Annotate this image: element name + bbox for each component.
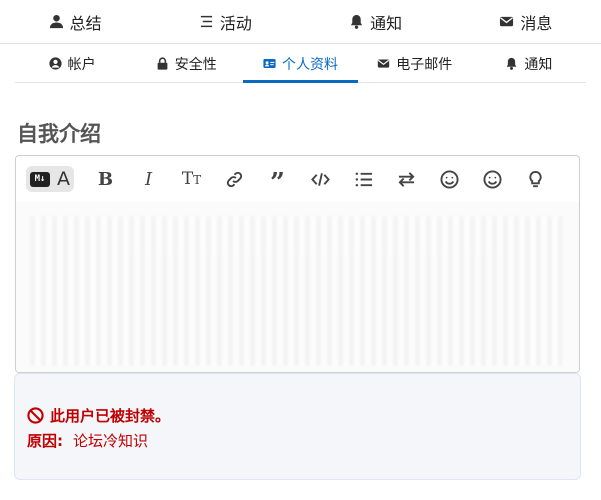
- tab-label: 安全性: [174, 56, 217, 73]
- bell-icon: [350, 14, 363, 29]
- tab-label: 个人资料: [282, 56, 338, 73]
- ban-icon: [27, 407, 44, 424]
- link-button[interactable]: [213, 164, 256, 194]
- editor-content[interactable]: [16, 202, 579, 372]
- tab-notifications[interactable]: 通知: [472, 45, 586, 82]
- editor-toolbar: M↓ A B I TT ”: [16, 156, 579, 202]
- bio-editor: M↓ A B I TT ”: [15, 155, 580, 373]
- markdown-mode-toggle[interactable]: M↓ A: [26, 166, 74, 192]
- suspension-notice: 此用户已被封禁。 原因: 论坛冷知识: [14, 373, 581, 480]
- reason-label: 原因:: [27, 432, 63, 450]
- tab-label: 帐户: [67, 56, 96, 73]
- notice-reason: 原因: 论坛冷知识: [27, 430, 148, 451]
- id-card-icon: [263, 59, 276, 68]
- rich-text-mode-icon: A: [57, 168, 70, 190]
- emoji-button[interactable]: [428, 164, 471, 194]
- exchange-icon: [398, 171, 415, 187]
- user-circle-icon: [49, 57, 62, 70]
- primary-nav-label: 总结: [69, 13, 102, 33]
- quote-button[interactable]: ”: [256, 164, 299, 198]
- emoji-button-2[interactable]: [471, 164, 514, 194]
- emoji-icon: [440, 169, 459, 189]
- primary-nav-notifications[interactable]: 通知: [301, 0, 451, 43]
- notice-title-text: 此用户已被封禁。: [50, 407, 171, 425]
- primary-nav-label: 通知: [370, 13, 403, 33]
- tab-email[interactable]: 电子邮件: [358, 45, 472, 82]
- lock-icon: [157, 57, 168, 70]
- bullet-list-icon: [355, 172, 373, 186]
- tab-account[interactable]: 帐户: [15, 45, 129, 82]
- envelope-icon: [378, 59, 390, 68]
- bold-icon: B: [97, 168, 114, 190]
- reason-value: 论坛冷知识: [73, 432, 149, 450]
- markdown-icon: M↓: [30, 171, 50, 187]
- primary-nav-activity[interactable]: 活动: [150, 0, 300, 43]
- bullet-list-button[interactable]: [342, 164, 385, 194]
- envelope-icon: [500, 16, 514, 27]
- user-icon: [49, 14, 63, 29]
- tab-label: 电子邮件: [396, 56, 453, 73]
- obscured-content: [30, 216, 565, 366]
- primary-nav-messages[interactable]: 消息: [451, 0, 601, 43]
- italic-icon: I: [144, 168, 153, 190]
- italic-button[interactable]: I: [127, 164, 170, 194]
- link-icon: [226, 171, 243, 187]
- bold-button[interactable]: B: [84, 164, 127, 194]
- text-size-small: T: [193, 173, 202, 187]
- text-size-icon: TT: [182, 169, 201, 189]
- code-button[interactable]: [299, 164, 342, 194]
- quote-icon: ”: [270, 168, 285, 198]
- notice-title: 此用户已被封禁。: [27, 405, 170, 426]
- code-icon: [311, 172, 330, 186]
- text-size-large: T: [181, 169, 194, 189]
- smile-icon: [483, 169, 502, 189]
- list-icon: [200, 15, 212, 28]
- section-title: 自我介绍: [17, 122, 101, 146]
- primary-nav: 总结 活动 通知 消息: [0, 0, 601, 44]
- bell-icon: [507, 57, 517, 70]
- text-size-button[interactable]: TT: [170, 164, 213, 194]
- lightbulb-icon: [529, 170, 542, 187]
- primary-nav-label: 活动: [219, 13, 252, 33]
- primary-nav-label: 消息: [520, 13, 553, 33]
- secondary-nav: 帐户 安全性 个人资料 电子邮件 通知: [15, 45, 586, 83]
- tab-profile[interactable]: 个人资料: [243, 45, 358, 83]
- primary-nav-summary[interactable]: 总结: [0, 0, 150, 43]
- tab-security[interactable]: 安全性: [129, 45, 243, 82]
- tab-label: 通知: [524, 56, 553, 73]
- tips-button[interactable]: [514, 164, 557, 194]
- toggle-direction-button[interactable]: [385, 164, 428, 194]
